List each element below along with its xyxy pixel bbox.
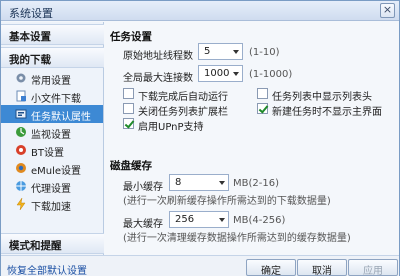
auto-run-after-complete-checkbox[interactable] — [123, 88, 134, 99]
orig-threads-select[interactable]: 5 — [198, 43, 243, 60]
emule-icon — [16, 163, 26, 173]
min-cache-hint: (进行一次刷新缓存操作所需达到的下载数据量) — [123, 196, 331, 207]
nav-header-mode-and-reminders[interactable]: 模式和提醒 — [1, 233, 104, 254]
show-list-header-checkbox[interactable] — [257, 88, 268, 99]
sidebar-item-bt-settings[interactable]: BT设置 — [1, 141, 103, 159]
sidebar-item-task-default-properties[interactable]: 任务默认属性 — [1, 105, 103, 123]
sidebar-item-label: BT设置 — [31, 148, 64, 159]
close-list-extension-checkbox[interactable] — [123, 103, 134, 114]
orig-threads-range: (1-10) — [249, 47, 280, 58]
checkbox-label: 新建任务时不显示主界面 — [272, 107, 382, 118]
sidebar-item-label: eMule设置 — [31, 166, 82, 177]
task-properties-icon — [15, 109, 27, 119]
max-connections-label: 全局最大连接数 — [123, 73, 193, 84]
max-cache-label: 最大缓存 — [123, 219, 163, 230]
sidebar-item-label: 下载加速 — [31, 202, 71, 213]
disk-cache-title: 磁盘缓存 — [110, 160, 152, 172]
nav-header-basic-settings[interactable]: 基本设置 — [1, 24, 104, 45]
window-title: 系统设置 — [9, 7, 53, 20]
checkbox-label: 任务列表中显示列表头 — [272, 92, 372, 103]
max-cache-unit: MB(4-256) — [233, 215, 286, 226]
gear-icon — [16, 73, 26, 83]
orig-threads-value: 5 — [204, 46, 211, 57]
orig-threads-label: 原始地址线程数 — [123, 51, 193, 62]
sidebar-item-label: 任务默认属性 — [31, 112, 91, 123]
sidebar-item-emule-settings[interactable]: eMule设置 — [1, 159, 103, 177]
chevron-down-icon — [233, 72, 239, 76]
chevron-down-icon — [233, 50, 239, 54]
sidebar-item-label: 常用设置 — [31, 76, 71, 87]
restore-defaults-link[interactable]: 恢复全部默认设置 — [7, 262, 87, 276]
min-cache-unit: MB(2-16) — [233, 178, 279, 189]
close-button[interactable]: × — [380, 3, 395, 18]
sidebar-item-small-file-download[interactable]: 小文件下载 — [1, 87, 103, 105]
checkbox-label: 启用UPnP支持 — [138, 122, 204, 133]
bt-icon — [16, 145, 26, 155]
min-cache-select[interactable]: 8 — [169, 174, 229, 191]
proxy-icon — [16, 181, 26, 191]
sidebar-item-label: 代理设置 — [31, 184, 71, 195]
sidebar: 基本设置 我的下载 常用设置 小文件下载 任务默认属性 监视设置 BT设置 eM… — [1, 22, 104, 255]
max-cache-value: 256 — [175, 214, 195, 225]
sidebar-item-common-settings[interactable]: 常用设置 — [1, 69, 103, 87]
title-bar: 系统设置 × — [1, 1, 399, 21]
monitor-icon — [16, 127, 26, 137]
chevron-down-icon — [219, 218, 225, 222]
ok-button[interactable]: 确定 — [246, 259, 296, 276]
checkbox-label: 下载完成后自动运行 — [138, 92, 228, 103]
checkbox-label: 关闭任务列表扩展栏 — [138, 107, 228, 118]
small-file-icon — [16, 90, 26, 102]
sidebar-item-label: 小文件下载 — [31, 94, 81, 105]
apply-button[interactable]: 应用 — [348, 259, 398, 276]
nav-header-my-downloads[interactable]: 我的下载 — [1, 47, 104, 68]
max-cache-select[interactable]: 256 — [169, 211, 229, 228]
max-connections-range: (1-1000) — [249, 69, 293, 80]
min-cache-label: 最小缓存 — [123, 182, 163, 193]
settings-window: 系统设置 × 基本设置 我的下载 常用设置 小文件下载 任务默认属性 监视设置 … — [0, 0, 400, 276]
accelerate-icon — [16, 198, 26, 210]
max-cache-hint: (进行一次清理缓存数据操作所需达到的缓存数据量) — [123, 233, 351, 244]
min-cache-value: 8 — [175, 177, 182, 188]
chevron-down-icon — [219, 181, 225, 185]
sidebar-item-download-acceleration[interactable]: 下载加速 — [1, 195, 103, 213]
sidebar-item-proxy-settings[interactable]: 代理设置 — [1, 177, 103, 195]
sidebar-item-label: 监视设置 — [31, 130, 71, 141]
sidebar-item-monitor-settings[interactable]: 监视设置 — [1, 123, 103, 141]
enable-upnp-checkbox[interactable] — [123, 118, 134, 129]
max-connections-select[interactable]: 1000 — [198, 65, 243, 82]
hide-main-ui-on-new-task-checkbox[interactable] — [257, 103, 268, 114]
max-connections-value: 1000 — [204, 68, 230, 79]
cancel-button[interactable]: 取消 — [297, 259, 347, 276]
task-settings-title: 任务设置 — [110, 31, 152, 43]
